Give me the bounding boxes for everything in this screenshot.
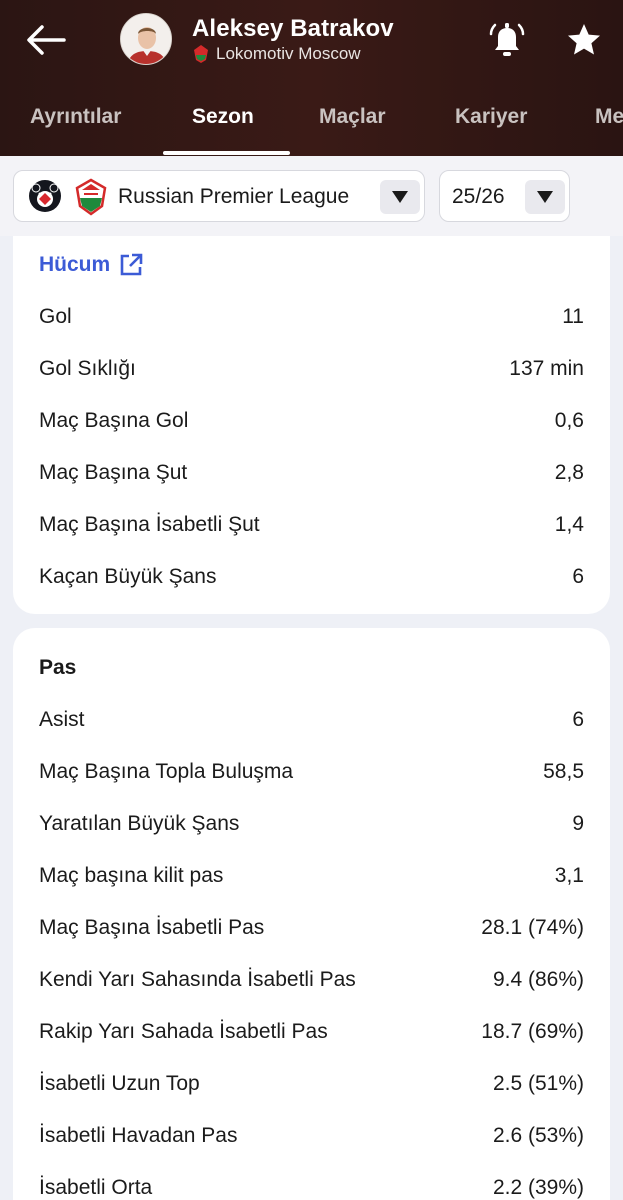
stat-row: Maç Başına İsabetli Pas 28.1 (74%) — [39, 913, 584, 943]
stat-row: Maç Başına Şut 2,8 — [39, 458, 584, 488]
stat-label: Maç Başına Şut — [39, 461, 188, 484]
stat-row: Maç Başına Topla Buluşma 58,5 — [39, 757, 584, 787]
stat-row: Maç Başına İsabetli Şut 1,4 — [39, 510, 584, 540]
stat-label: Kaçan Büyük Şans — [39, 565, 217, 588]
league-dropdown-button[interactable] — [380, 180, 420, 214]
stat-label: Rakip Yarı Sahada İsabetli Pas — [39, 1020, 328, 1043]
tab-kariyer[interactable]: Kariyer — [455, 105, 527, 129]
active-tab-indicator — [163, 151, 290, 155]
stat-row: İsabetli Orta 2.2 (39%) — [39, 1173, 584, 1200]
stat-label: Maç Başına İsabetli Şut — [39, 513, 260, 536]
filter-bar: Russian Premier League 25/26 — [0, 156, 623, 236]
lokomotiv-crest-icon — [75, 178, 107, 216]
stat-label: Gol Sıklığı — [39, 357, 136, 380]
stat-label: Maç Başına Topla Buluşma — [39, 760, 294, 783]
stat-row: İsabetli Havadan Pas 2.6 (53%) — [39, 1121, 584, 1151]
stat-label: Maç Başına İsabetli Pas — [39, 916, 265, 939]
league-name: Russian Premier League — [118, 185, 350, 208]
stat-label: İsabetli Orta — [39, 1176, 153, 1199]
stat-value: 28.1 (74%) — [481, 916, 584, 939]
stat-row: Gol 11 — [39, 302, 584, 332]
stat-value: 137 min — [509, 357, 584, 380]
stat-value: 9.4 (86%) — [492, 968, 584, 991]
stat-label: Maç başına kilit pas — [39, 864, 224, 887]
stat-value: 0,6 — [554, 409, 584, 432]
stat-value: 11 — [562, 305, 584, 328]
stat-value: 1,4 — [554, 513, 584, 536]
back-button[interactable] — [22, 22, 68, 58]
caret-down-icon — [537, 191, 553, 203]
stat-value: 6 — [572, 565, 584, 588]
stat-row: Maç başına kilit pas 3,1 — [39, 861, 584, 891]
stat-row: İsabetli Uzun Top 2.5 (51%) — [39, 1069, 584, 1099]
player-header: Aleksey Batrakov Lokomotiv Moscow Ayrınt… — [0, 0, 623, 156]
player-avatar — [120, 13, 172, 65]
season-dropdown[interactable]: 25/26 — [439, 170, 570, 222]
stat-value: 2,8 — [554, 461, 584, 484]
stat-row: Maç Başına Gol 0,6 — [39, 406, 584, 436]
external-link-icon — [120, 253, 143, 276]
stat-value: 2.5 (51%) — [492, 1072, 584, 1095]
stat-value: 2.2 (39%) — [492, 1176, 584, 1199]
stat-row: Yaratılan Büyük Şans 9 — [39, 809, 584, 839]
stat-row: Rakip Yarı Sahada İsabetli Pas 18.7 (69%) — [39, 1017, 584, 1047]
season-value: 25/26 — [452, 185, 505, 208]
stat-row: Kendi Yarı Sahasında İsabetli Pas 9.4 (86… — [39, 965, 584, 995]
player-name: Aleksey Batrakov — [192, 15, 394, 42]
attack-stats-card: Hücum Gol 11 Gol Sıklığı 137 min Maç Başın… — [13, 222, 610, 614]
profile-tabs: Ayrıntılar Sezon Maçlar Kariyer Me — [0, 98, 623, 156]
tab-ayrintilar[interactable]: Ayrıntılar — [30, 105, 121, 129]
back-arrow-icon — [27, 25, 66, 55]
rpl-bear-logo-icon — [29, 180, 61, 212]
tab-maclar[interactable]: Maçlar — [319, 105, 386, 129]
tab-sezon[interactable]: Sezon — [192, 105, 254, 129]
stat-value: 58,5 — [543, 760, 584, 783]
stat-row: Asist 6 — [39, 705, 584, 735]
lokomotiv-logo-icon — [194, 45, 208, 63]
season-dropdown-button[interactable] — [525, 180, 565, 214]
stat-value: 6 — [572, 708, 584, 731]
stat-label: Kendi Yarı Sahasında İsabetli Pas — [39, 968, 356, 991]
star-icon — [568, 24, 600, 55]
stat-label: Gol — [39, 305, 72, 328]
team-name: Lokomotiv Moscow — [216, 44, 361, 63]
notification-button[interactable] — [486, 20, 528, 60]
attack-section-link[interactable]: Hücum — [39, 252, 144, 278]
stat-row: Gol Sıklığı 137 min — [39, 354, 584, 384]
stat-label: Yaratılan Büyük Şans — [39, 812, 240, 835]
tab-more[interactable]: Me — [595, 105, 623, 129]
stat-value: 18.7 (69%) — [481, 1020, 584, 1043]
stat-row: Kaçan Büyük Şans 6 — [39, 562, 584, 592]
stat-label: Asist — [39, 708, 85, 731]
attack-section-title: Hücum — [39, 253, 111, 276]
stat-value: 2.6 (53%) — [492, 1124, 584, 1147]
pass-stats-card: Pas Asist 6 Maç Başına Topla Buluşma 58,5 … — [13, 628, 610, 1200]
team-link[interactable]: Lokomotiv Moscow — [192, 44, 361, 64]
stat-value: 3,1 — [554, 864, 584, 887]
stat-label: İsabetli Havadan Pas — [39, 1124, 238, 1147]
stat-label: Maç Başına Gol — [39, 409, 189, 432]
league-dropdown[interactable]: Russian Premier League — [13, 170, 425, 222]
stat-label: İsabetli Uzun Top — [39, 1072, 200, 1095]
caret-down-icon — [392, 191, 408, 203]
favorite-button[interactable] — [564, 20, 604, 60]
stat-value: 9 — [572, 812, 584, 835]
pass-section-title: Pas — [39, 656, 77, 679]
alarm-bell-icon — [489, 23, 525, 56]
